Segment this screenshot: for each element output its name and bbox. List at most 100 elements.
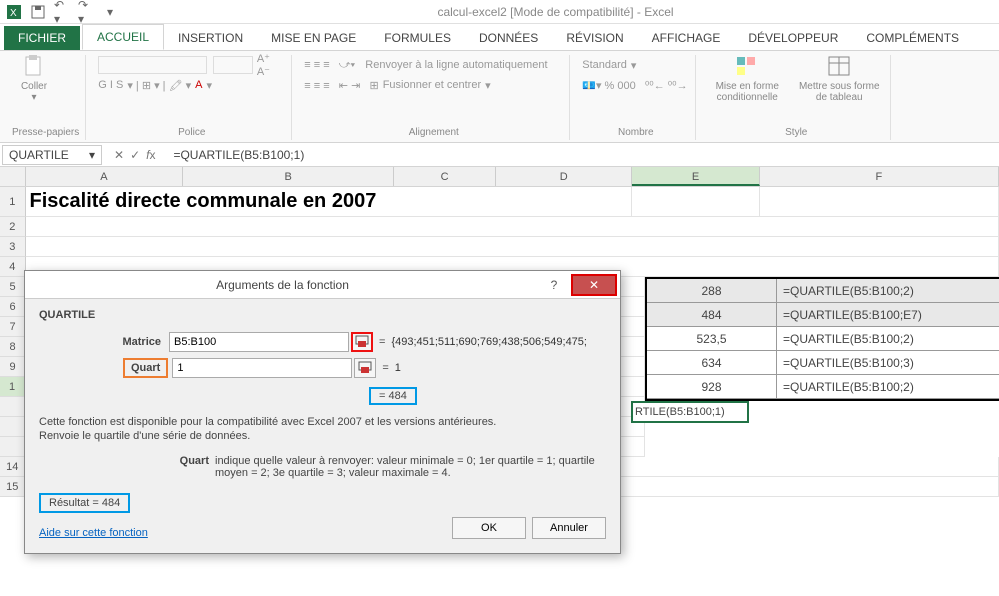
table-icon	[827, 55, 851, 79]
cell[interactable]	[760, 187, 999, 217]
row-header[interactable]	[0, 417, 26, 437]
save-icon[interactable]	[30, 4, 46, 20]
select-all-corner[interactable]	[0, 167, 26, 186]
qat-dropdown-icon[interactable]: ▾	[102, 4, 118, 20]
redo-icon[interactable]: ↷ ▾	[78, 4, 94, 20]
tab-addins[interactable]: COMPLÉMENTS	[852, 26, 973, 50]
row-header[interactable]: 4	[0, 257, 26, 277]
function-description: Cette fonction est disponible pour la co…	[39, 415, 606, 443]
tab-view[interactable]: AFFICHAGE	[638, 26, 735, 50]
wrap-text-button[interactable]: Renvoyer à la ligne automatiquement	[365, 59, 547, 71]
group-label-clipboard: Presse-papiers	[12, 125, 79, 138]
tab-home[interactable]: ACCUEIL	[82, 24, 164, 50]
excel-icon[interactable]: X	[6, 4, 22, 20]
range-selector-button[interactable]	[351, 332, 373, 352]
col-header-e[interactable]: E	[632, 167, 759, 186]
format-as-table-button[interactable]: Mettre sous forme de tableau	[794, 55, 884, 103]
arg-label: Matrice	[39, 336, 169, 348]
col-header-b[interactable]: B	[183, 167, 394, 186]
sheet-title[interactable]: Fiscalité directe communale en 2007	[26, 187, 633, 217]
row-header[interactable]	[0, 397, 26, 417]
active-cell-editing[interactable]: RTILE(B5:B100;1)	[631, 401, 749, 423]
dialog-title: Arguments de la fonction	[25, 278, 540, 292]
group-label-align: Alignement	[304, 125, 563, 138]
window-title: calcul-excel2 [Mode de compatibilité] - …	[118, 5, 993, 19]
group-clipboard: Coller▾ Presse-papiers	[6, 55, 86, 140]
name-box[interactable]: QUARTILE▾	[2, 145, 102, 165]
col-header-a[interactable]: A	[26, 167, 184, 186]
col-header-c[interactable]: C	[394, 167, 496, 186]
svg-text:X: X	[10, 8, 17, 19]
cell[interactable]: =QUARTILE(B5:B100;3)	[777, 351, 999, 375]
ok-button[interactable]: OK	[452, 517, 526, 539]
arg-result: {493;451;511;690;769;438;506;549;475;	[391, 336, 587, 348]
row-header[interactable]: 5	[0, 277, 26, 297]
group-label-style: Style	[708, 125, 884, 138]
undo-icon[interactable]: ↶ ▾	[54, 4, 70, 20]
range-selector-button[interactable]	[354, 358, 376, 378]
cell[interactable]	[632, 187, 760, 217]
arg-row-matrice: Matrice = {493;451;511;690;769;438;506;5…	[39, 329, 606, 355]
close-button[interactable]: ✕	[571, 274, 617, 296]
tab-developer[interactable]: DÉVELOPPEUR	[734, 26, 852, 50]
fx-icon[interactable]: fx	[146, 148, 155, 162]
row-header[interactable]: 6	[0, 297, 26, 317]
enter-icon[interactable]: ✓	[130, 148, 140, 162]
row-header[interactable]: 15	[0, 477, 26, 497]
row-header[interactable]: 7	[0, 317, 26, 337]
cell[interactable]: =QUARTILE(B5:B100;2)	[777, 327, 999, 351]
row-header[interactable]: 2	[0, 217, 26, 237]
tab-insert[interactable]: INSERTION	[164, 26, 257, 50]
row-header[interactable]: 8	[0, 337, 26, 357]
tab-review[interactable]: RÉVISION	[552, 26, 637, 50]
paste-button[interactable]: Coller▾	[12, 55, 56, 103]
cell[interactable]: 634	[647, 351, 777, 375]
cell[interactable]: 288	[647, 279, 777, 303]
tab-file[interactable]: FICHIER	[4, 26, 80, 50]
cancel-button[interactable]: Annuler	[532, 517, 606, 539]
equals-sign: =	[382, 362, 388, 374]
col-header-d[interactable]: D	[496, 167, 632, 186]
tab-data[interactable]: DONNÉES	[465, 26, 552, 50]
row-header[interactable]: 14	[0, 457, 26, 477]
final-result: Résultat = 484	[39, 493, 130, 513]
cell[interactable]: =QUARTILE(B5:B100;2)	[777, 279, 999, 303]
tab-formulas[interactable]: FORMULES	[370, 26, 465, 50]
row-header[interactable]	[0, 437, 26, 457]
arg-result: 1	[395, 362, 401, 374]
arg-input-matrice[interactable]	[169, 332, 349, 352]
cancel-icon[interactable]: ✕	[114, 148, 124, 162]
cell[interactable]	[26, 237, 999, 257]
ribbon: Coller▾ Presse-papiers A⁺ A⁻ G I S ▾ | ⊞…	[0, 50, 999, 143]
merge-center-button[interactable]: Fusionner et centrer	[383, 79, 481, 91]
cell[interactable]: =QUARTILE(B5:B100;E7)	[777, 303, 999, 327]
row-header[interactable]: 3	[0, 237, 26, 257]
paste-icon	[22, 55, 46, 79]
formula-input[interactable]: =QUARTILE(B5:B100;1)	[165, 148, 999, 162]
cell[interactable]: =QUARTILE(B5:B100;2)	[777, 375, 999, 399]
col-header-f[interactable]: F	[760, 167, 999, 186]
help-link[interactable]: Aide sur cette fonction	[39, 527, 148, 539]
argument-help: Quart indique quelle valeur à renvoyer: …	[39, 455, 606, 479]
conditional-formatting-button[interactable]: Mise en forme conditionnelle	[708, 55, 786, 103]
chevron-down-icon[interactable]: ▾	[89, 148, 95, 162]
row-header[interactable]: 9	[0, 357, 26, 377]
cell[interactable]: 523,5	[647, 327, 777, 351]
number-format-dropdown[interactable]: Standard	[582, 59, 627, 71]
tab-pagelayout[interactable]: MISE EN PAGE	[257, 26, 370, 50]
row-header[interactable]: 1	[0, 377, 26, 397]
cell[interactable]	[26, 217, 999, 237]
row-header[interactable]: 1	[0, 187, 26, 217]
dialog-body: QUARTILE Matrice = {493;451;511;690;769;…	[25, 299, 620, 487]
column-headers: A B C D E F	[0, 167, 999, 187]
font-style-buttons[interactable]: G I S	[98, 79, 123, 91]
help-icon[interactable]: ?	[540, 278, 568, 292]
dialog-titlebar[interactable]: Arguments de la fonction ? ✕	[25, 271, 620, 299]
arg-input-quart[interactable]	[172, 358, 352, 378]
cell[interactable]: 484	[647, 303, 777, 327]
function-name: QUARTILE	[39, 309, 606, 321]
calculated-result: = 484	[369, 387, 417, 405]
cell[interactable]: 928	[647, 375, 777, 399]
function-arguments-dialog: Arguments de la fonction ? ✕ QUARTILE Ma…	[24, 270, 621, 554]
dialog-footer: Résultat = 484 Aide sur cette fonction O…	[25, 487, 620, 553]
